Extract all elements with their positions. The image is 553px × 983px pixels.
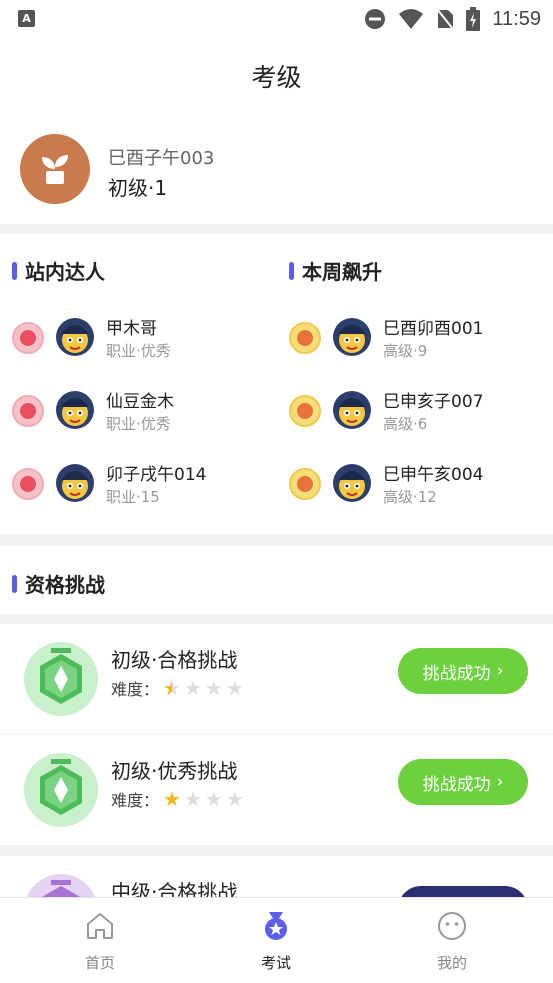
status-time: 11:59: [492, 7, 541, 30]
ranking-level: 职业·优秀: [106, 342, 171, 360]
challenge-item[interactable]: 初级·优秀挑战 难度： ★ ★ ★ ★ 挑战成功 ›: [0, 735, 553, 845]
difficulty-stars: ★ ★ ★ ★: [163, 678, 244, 698]
profile-name: 巳酉子午003: [108, 148, 215, 169]
ranking-name: 巳申亥子007: [383, 392, 484, 412]
section-accent-bar: [12, 261, 17, 280]
challenges-title: 资格挑战: [12, 569, 105, 598]
status-bar: A 11:59: [0, 0, 553, 38]
tab-exam[interactable]: 考试: [184, 898, 368, 983]
station-experts-column: 站内达人 甲木哥 职业·优秀 仙豆金木 职业·优秀 卯子戌午014 职业·15: [0, 234, 276, 534]
ranking-level: 职业·优秀: [106, 415, 171, 433]
avatar[interactable]: [20, 134, 90, 204]
medal-icon: [12, 468, 44, 500]
ranking-name: 巳酉卯酉001: [383, 319, 484, 339]
button-label: 挑战成功: [422, 663, 491, 684]
tab-label: 我的: [436, 954, 467, 972]
ranking-item[interactable]: 巳酉卯酉001 高级·9: [277, 308, 553, 368]
medal-icon: [289, 395, 321, 427]
difficulty-stars: ★ ★ ★ ★: [163, 789, 244, 809]
do-not-disturb-icon: [365, 9, 386, 29]
user-avatar: [56, 464, 94, 502]
user-avatar: [333, 464, 371, 502]
user-avatar: [333, 318, 371, 356]
ranking-level: 高级·12: [383, 488, 437, 506]
profile-level: 初级·1: [108, 176, 168, 200]
station-experts-title: 站内达人: [12, 256, 105, 285]
challenge-item[interactable]: 初级·合格挑战 难度： ★ ★ ★ ★ 挑战成功 ›: [0, 624, 553, 734]
star-icon: ★: [225, 787, 244, 811]
medal-icon: [12, 322, 44, 354]
star-icon: ★: [183, 676, 202, 700]
star-icon: ★: [204, 676, 223, 700]
tab-mine[interactable]: 我的: [360, 898, 544, 983]
challenge-success-button[interactable]: 挑战成功 ›: [398, 759, 528, 805]
medal-icon: [289, 322, 321, 354]
challenge-badge-icon: [24, 642, 98, 716]
challenge-badge-icon: [24, 753, 98, 827]
button-label: 挑战成功: [422, 774, 491, 795]
star-icon: ★: [183, 787, 202, 811]
chevron-right-icon: ›: [496, 772, 504, 792]
ranking-item[interactable]: 巳申午亥004 高级·12: [277, 454, 553, 514]
ranking-name: 卯子戌午014: [106, 465, 207, 485]
battery-charging-icon: [466, 7, 481, 31]
ranking-item[interactable]: 仙豆金木 职业·优秀: [0, 381, 276, 441]
app-header: 考级: [0, 38, 553, 114]
user-avatar: [333, 391, 371, 429]
medal-icon: [289, 468, 321, 500]
ranking-level: 高级·9: [383, 342, 428, 360]
app-notification-icon: A: [18, 10, 35, 27]
section-title-text: 本周飙升: [302, 260, 382, 284]
section-accent-bar: [12, 574, 17, 593]
tab-label: 首页: [84, 954, 115, 972]
ranking-name: 巳申午亥004: [383, 465, 484, 485]
challenge-difficulty: 难度： ★ ★ ★ ★: [111, 676, 244, 700]
section-accent-bar: [289, 261, 294, 280]
ranking-item[interactable]: 卯子戌午014 职业·15: [0, 454, 276, 514]
star-icon: ★: [163, 676, 181, 700]
bottom-tab-bar: 首页 考试 我的: [0, 897, 553, 983]
difficulty-label: 难度：: [111, 791, 160, 810]
ranking-item[interactable]: 巳申亥子007 高级·6: [277, 381, 553, 441]
ranking-level: 高级·6: [383, 415, 428, 433]
difficulty-label: 难度：: [111, 680, 160, 699]
weekly-rising-title: 本周飙升: [289, 256, 382, 285]
tab-label: 考试: [260, 954, 291, 972]
plant-icon: [42, 155, 68, 184]
profile-face-icon: [438, 912, 466, 940]
home-icon: [87, 913, 113, 939]
medal-icon: [265, 912, 287, 940]
user-avatar: [56, 318, 94, 356]
challenge-difficulty: 难度： ★ ★ ★ ★: [111, 787, 244, 811]
chevron-right-icon: ›: [496, 661, 504, 681]
ranking-level: 职业·15: [106, 488, 160, 506]
medal-icon: [12, 395, 44, 427]
star-icon: ★: [163, 787, 181, 811]
star-icon: ★: [204, 787, 223, 811]
challenge-title: 初级·优秀挑战: [111, 759, 238, 783]
section-title-text: 站内达人: [25, 260, 105, 284]
tab-home[interactable]: 首页: [8, 898, 192, 983]
profile-card[interactable]: 巳酉子午003 初级·1: [0, 114, 553, 224]
section-title-text: 资格挑战: [25, 573, 105, 597]
no-sim-icon: [436, 8, 455, 30]
ranking-name: 甲木哥: [106, 319, 157, 339]
page-title: 考级: [251, 63, 302, 92]
ranking-item[interactable]: 甲木哥 职业·优秀: [0, 308, 276, 368]
wifi-icon: [399, 9, 424, 29]
ranking-name: 仙豆金木: [106, 392, 174, 412]
weekly-rising-column: 本周飙升 巳酉卯酉001 高级·9 巳申亥子007 高级·6 巳申午亥004 高…: [277, 234, 553, 534]
challenges-header: 资格挑战: [0, 546, 553, 614]
rankings-card: 站内达人 甲木哥 职业·优秀 仙豆金木 职业·优秀 卯子戌午014 职业·15: [0, 234, 553, 534]
user-avatar: [56, 391, 94, 429]
status-icons: 11:59: [364, 6, 541, 32]
challenge-title: 初级·合格挑战: [111, 648, 238, 672]
challenge-success-button[interactable]: 挑战成功 ›: [398, 648, 528, 694]
star-icon: ★: [225, 676, 244, 700]
